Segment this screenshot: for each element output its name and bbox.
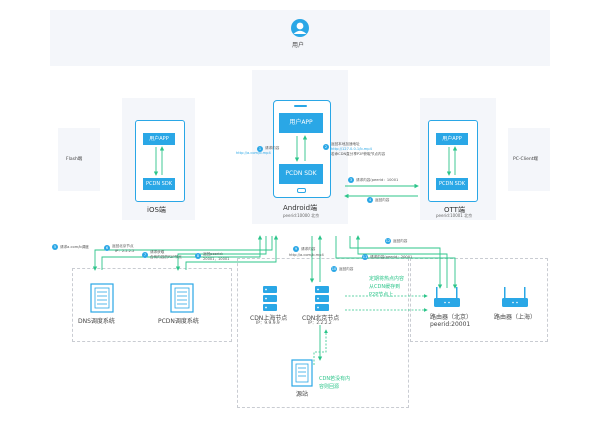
ios-title: iOS端 xyxy=(147,206,166,214)
android-sub: peerid:10000 北京 xyxy=(283,213,320,218)
hot-note-line2: 从CDN缓存到 xyxy=(369,284,401,290)
step-11-text: 请求内容(peerid：20001 xyxy=(370,255,413,259)
dns-label: DNS调度系统 xyxy=(78,318,115,325)
android-title: Android端 xyxy=(283,204,318,212)
step-1-url: http://a.com/b.mp4 xyxy=(236,151,271,155)
step-4-badge: 4 xyxy=(367,197,373,203)
step-11-badge: 11 xyxy=(362,254,368,260)
step-8-badge: 8 xyxy=(195,253,201,259)
hot-note-line1: 定期将热点内容 xyxy=(369,276,405,282)
router-bj-peer: peerid:20001 xyxy=(430,321,471,328)
pcdn-label: PCDN调度系统 xyxy=(158,318,199,325)
step-4-text: 返回内容 xyxy=(375,198,390,202)
step-7-text2: 含有内容的P2P节点 xyxy=(150,255,182,259)
step-9-url: http://a.com/b.mp4 xyxy=(289,253,324,257)
user-label: 用户 xyxy=(292,42,305,49)
step-2-text2: 若命CDN直分享P2P获取节点内容 xyxy=(331,152,386,156)
ott-sdk-button[interactable]: PCDN SDK xyxy=(436,178,468,190)
step-7-badge: 7 xyxy=(142,252,148,258)
origin-note-line2: 容则回源 xyxy=(319,384,340,390)
step-9-text: 请求内容 xyxy=(301,247,316,251)
step-12-text: 返回内容 xyxy=(393,239,408,243)
router-bj-label: 路由器（北京） xyxy=(430,314,473,321)
android-speaker xyxy=(294,105,307,107)
step-6-ip: IP：2.2.2.2 xyxy=(115,249,135,253)
ott-app-button[interactable]: 用户APP xyxy=(436,133,468,145)
scheduling-region xyxy=(72,268,232,342)
step-10-badge: 10 xyxy=(331,266,337,272)
cdn-sh-ip: IP：9.9.9.9 xyxy=(256,321,280,326)
step-3-text: 请求内容(peerid：10001 xyxy=(356,178,399,182)
pc-client-label: PC-Client端 xyxy=(513,157,539,162)
ott-sub: peerid:10001 北京 xyxy=(436,213,473,218)
ios-sdk-button[interactable]: PCDN SDK xyxy=(143,178,175,190)
step-12-badge: 12 xyxy=(385,238,391,244)
android-sdk-button[interactable]: PCDN SDK xyxy=(279,164,323,184)
origin-label: 源站 xyxy=(296,391,309,398)
router-region xyxy=(410,258,548,342)
flash-label: Flash端 xyxy=(66,157,83,162)
hot-note-line3: P2P节点上 xyxy=(369,292,394,298)
cdn-bj-ip: IP：2.2.2.2 xyxy=(308,321,332,326)
user-panel xyxy=(50,10,550,66)
android-home-button xyxy=(297,188,306,193)
android-app-button[interactable]: 用户APP xyxy=(279,113,323,133)
step-9-badge: 9 xyxy=(293,246,299,252)
step-2-badge: 2 xyxy=(323,144,329,150)
step-5-text: 请求a.com/b调度 xyxy=(60,245,89,249)
step-8-text2: 20001，10001 xyxy=(203,257,230,261)
ios-app-button[interactable]: 用户APP xyxy=(143,133,175,145)
step-10-text: 返回内容 xyxy=(339,267,354,271)
step-3-badge: 3 xyxy=(348,177,354,183)
origin-note-line1: CDN若没有内 xyxy=(319,376,351,382)
router-sh-label: 路由器（上海） xyxy=(494,314,537,321)
step-5-badge: 5 xyxy=(52,244,58,250)
step-6-badge: 6 xyxy=(104,245,110,251)
